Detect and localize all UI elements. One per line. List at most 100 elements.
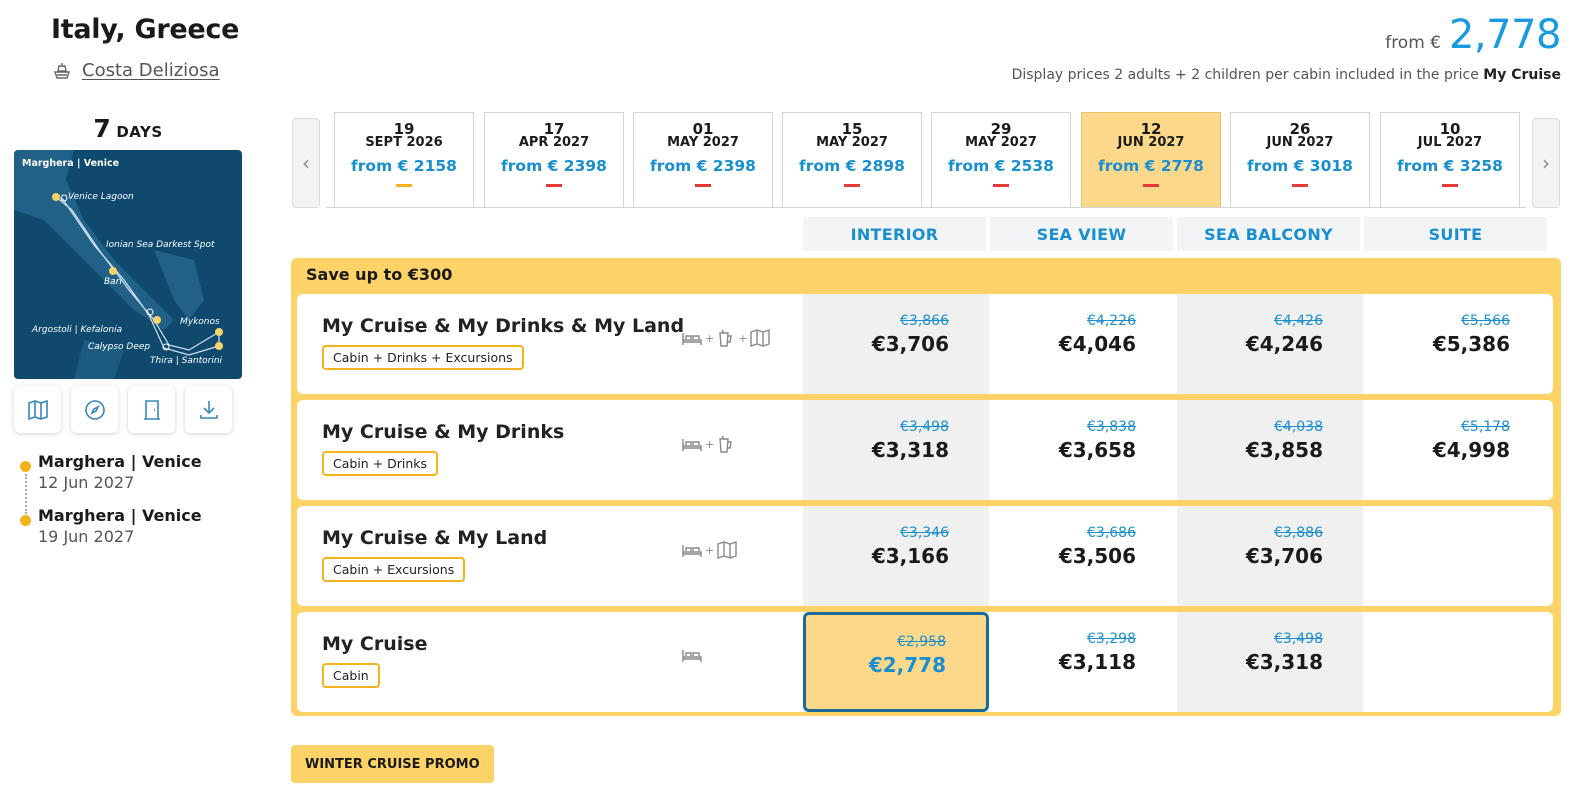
discounted-price: €4,046 [1058,332,1136,356]
map-label: Ionian Sea Darkest Spot [106,240,215,250]
date-marker [993,184,1009,187]
next-dates-button[interactable]: › [1532,118,1560,208]
stop-port: Marghera | Venice [38,452,202,471]
port-marker [215,342,223,350]
map-label: Argostoli | Kefalonia [32,325,123,335]
price-cell-suite-empty [1364,612,1550,712]
port-marker [109,267,117,275]
port-marker [215,328,223,336]
prev-dates-button[interactable]: ‹ [292,118,320,208]
port-marker [153,316,161,324]
map-label: Thira | Santorini [150,356,223,366]
date-day: 29 [990,120,1012,138]
bed-icon [682,333,702,345]
date-option[interactable]: 17 APR 2027 from € 2398 [484,112,624,208]
price-cell-sea-balcony[interactable]: €4,426 €4,246 [1177,294,1363,394]
compass-button[interactable] [71,386,118,433]
discounted-price: €3,706 [1245,544,1323,568]
original-price: €3,686 [1087,525,1136,541]
drinks-icon [719,329,733,347]
package-tag: Cabin + Excursions [322,557,466,582]
price-cell-interior[interactable]: €3,346 €3,166 [803,506,989,606]
date-option[interactable]: 10 JUL 2027 from € 3258 [1380,112,1520,208]
date-option-selected[interactable]: 12 JUN 2027 from € 2778 [1081,112,1221,208]
package-tag: Cabin + Drinks [322,451,439,476]
disclaimer-package: My Cruise [1483,67,1561,83]
original-price: €3,886 [1274,525,1323,541]
package-tag: Cabin [322,663,380,688]
date-option[interactable]: 15 MAY 2027 from € 2898 [782,112,922,208]
original-price: €3,498 [900,419,949,435]
date-option[interactable]: 01 MAY 2027 from € 2398 [633,112,773,208]
package-name: My Cruise & My Drinks & My Land [322,315,685,337]
plus-sign: + [705,437,715,451]
package-icons: + [681,434,736,454]
map-label: Marghera | Venice [22,158,120,169]
price-cell-interior[interactable]: €3,498 €3,318 [803,400,989,500]
stop-dot [20,461,31,472]
map-icon [750,329,771,347]
price-cell-sea-view[interactable]: €4,226 €4,046 [990,294,1176,394]
date-price: from € 2778 [1098,157,1204,175]
date-option[interactable]: 29 MAY 2027 from € 2538 [931,112,1071,208]
discounted-price: €3,658 [1058,438,1136,462]
package-tag: Cabin + Drinks + Excursions [322,345,524,370]
map-view-button[interactable] [14,386,61,433]
deck-plan-button[interactable] [128,386,175,433]
price-cell-sea-view[interactable]: €3,298 €3,118 [990,612,1176,712]
date-day: 01 [692,120,714,138]
download-button[interactable] [185,386,232,433]
price-cell-suite[interactable]: €5,178 €4,998 [1364,400,1550,500]
winter-promo-badge[interactable]: WINTER CRUISE PROMO [291,745,494,783]
compass-icon [84,399,105,420]
package-icons: + [681,540,738,560]
discounted-price: €4,998 [1432,438,1510,462]
date-selector-baseline [326,207,1526,208]
date-marker [1442,184,1458,187]
plus-sign: + [738,331,748,345]
price-cell-sea-view[interactable]: €3,838 €3,658 [990,400,1176,500]
price-cell-interior-selected[interactable]: €2,958 €2,778 [803,612,989,712]
date-marker [695,184,711,187]
duration-number: 7 [93,114,111,143]
date-price: from € 2898 [799,157,905,175]
discounted-price: €3,858 [1245,438,1323,462]
date-month: MAY 2027 [667,135,739,150]
price-cell-sea-view[interactable]: €3,686 €3,506 [990,506,1176,606]
price-cell-suite-empty [1364,506,1550,606]
stop-date: 19 Jun 2027 [38,527,135,546]
itinerary-map[interactable]: Marghera | Venice Venice Lagoon Ionian S… [14,150,242,379]
cabin-header-sea-balcony: SEA BALCONY [1177,217,1360,251]
date-option[interactable]: 26 JUN 2027 from € 3018 [1230,112,1370,208]
price-table: Save up to €300 My Cruise & My Drinks & … [291,258,1561,716]
date-day: 19 [393,120,415,138]
duration-unit: DAYS [116,123,163,141]
price-cell-suite[interactable]: €5,566 €5,386 [1364,294,1550,394]
bed-icon [682,439,702,451]
itinerary-stop: Marghera | Venice 12 Jun 2027 [20,452,260,506]
itinerary-stop: Marghera | Venice 19 Jun 2027 [20,506,260,560]
from-price-value: 2,778 [1448,12,1562,58]
package-row: My Cruise & My Drinks & My Land Cabin + … [297,294,1553,394]
ship-name[interactable]: Costa Deliziosa [82,60,220,81]
price-cell-sea-balcony[interactable]: €3,498 €3,318 [1177,612,1363,712]
discounted-price: €3,118 [1058,650,1136,674]
ship-link[interactable]: Costa Deliziosa [52,60,220,81]
price-cell-interior[interactable]: €3,866 €3,706 [803,294,989,394]
date-option[interactable]: 19 SEPT 2026 from € 2158 [334,112,474,208]
itinerary-list: Marghera | Venice 12 Jun 2027 Marghera |… [20,452,260,560]
package-icons: + + [681,328,771,348]
cabin-header-sea-view: SEA VIEW [990,217,1173,251]
date-day: 26 [1289,120,1311,138]
original-price: €2,958 [897,634,946,650]
chevron-left-icon: ‹ [302,151,310,175]
bed-icon [682,545,702,557]
duration: 7 DAYS [14,114,242,143]
save-banner: Save up to €300 [306,265,453,284]
package-row: My Cruise Cabin €2,958 €2,778 €3,298 €3,… [297,612,1553,712]
discounted-price: €3,318 [1245,650,1323,674]
price-cell-sea-balcony[interactable]: €4,038 €3,858 [1177,400,1363,500]
price-cell-sea-balcony[interactable]: €3,886 €3,706 [1177,506,1363,606]
discounted-price: €2,778 [868,653,946,677]
date-month: MAY 2027 [816,135,888,150]
